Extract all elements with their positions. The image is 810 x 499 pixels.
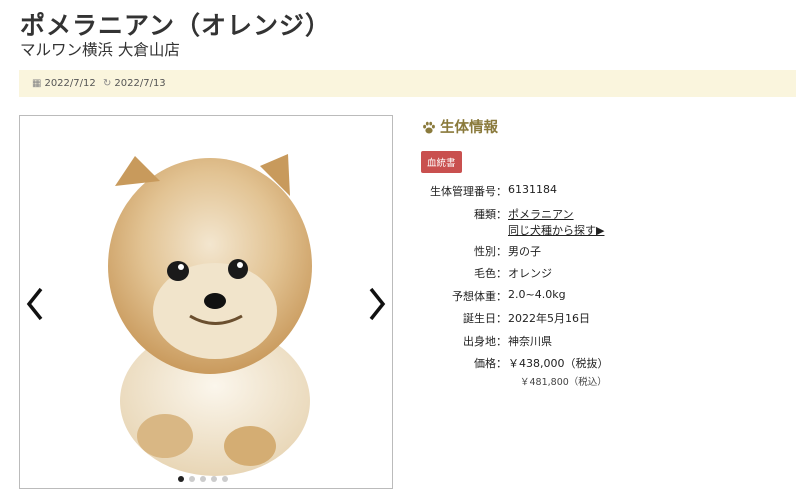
dog-photo [108,154,312,476]
next-arrow-icon[interactable] [368,286,386,322]
origin-label: 出身地： [463,334,507,348]
price-excl-tax: ￥438,000（税抜） [508,357,609,370]
paw-icon [423,121,435,134]
photo-carousel[interactable] [19,115,393,489]
origin-value: 神奈川県 [508,334,552,348]
carousel-dots [178,476,228,482]
same-breed-search-link[interactable]: 同じ犬種から探す▶ [508,224,604,237]
id-label: 生体管理番号： [430,185,507,198]
color-label: 毛色： [474,267,507,280]
date-bar: ▦ 2022/7/12 ↻ 2022/7/13 [19,70,796,97]
price-label: 価格： [474,357,507,370]
price-value: ￥438,000（税抜） ￥481,800（税込） [508,355,609,388]
section-title-text: 生体情報 [440,120,498,136]
posted-date-text: 2022/7/12 [44,78,96,89]
sex-value: 男の子 [508,244,541,258]
section-title: 生体情報 [422,116,498,137]
weight-value: 2.0~4.0kg [508,287,566,301]
price-incl-tax: ￥481,800（税込） [520,377,607,388]
carousel-dot[interactable] [200,476,206,482]
carousel-dot[interactable] [178,476,184,482]
posted-date: ▦ 2022/7/12 [32,78,96,89]
prev-arrow-icon[interactable] [26,286,44,322]
carousel-dot[interactable] [189,476,195,482]
pedigree-badge: 血統書 [421,151,462,173]
breed-link[interactable]: ポメラニアン [508,208,574,221]
page-title: ポメラニアン（オレンジ） [20,11,332,40]
carousel-dot[interactable] [211,476,217,482]
carousel-dot[interactable] [222,476,228,482]
birth-label: 誕生日： [463,312,507,325]
shop-name: マルワン横浜 大倉山店 [20,41,180,59]
refresh-icon: ↻ [103,78,112,89]
birth-value: 2022年5月16日 [508,312,590,325]
breed-label: 種類： [474,207,507,221]
breed-value: ポメラニアン 同じ犬種から探す▶ [508,206,604,238]
id-value: 6131184 [508,183,557,196]
updated-date-text: 2022/7/13 [114,78,166,89]
updated-date: ↻ 2022/7/13 [103,78,166,89]
sex-label: 性別： [474,244,507,258]
calendar-icon: ▦ [32,78,42,89]
weight-label: 予想体重： [452,289,507,303]
color-value: オレンジ [508,267,552,280]
